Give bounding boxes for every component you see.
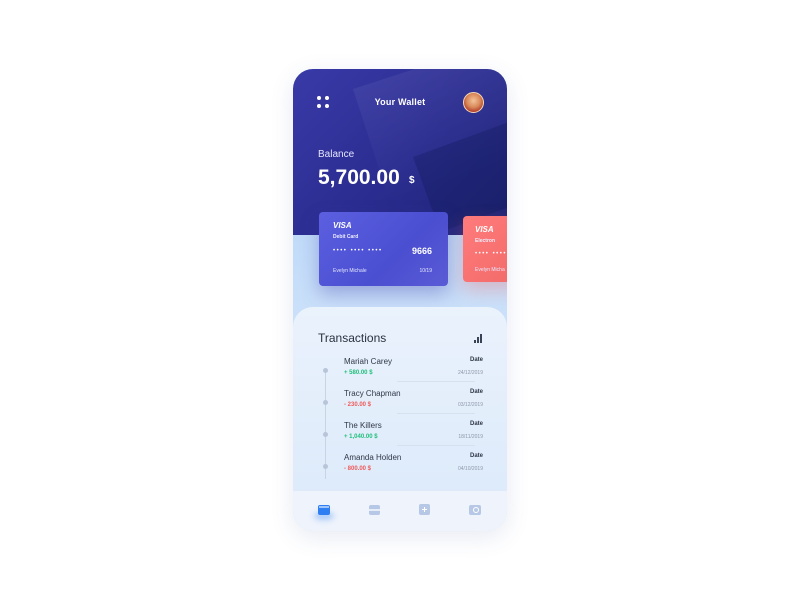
balance-currency: $ <box>409 175 415 186</box>
card-holder: Evelyn Micha <box>475 267 505 273</box>
timeline-dot <box>323 400 328 405</box>
transaction-date: 03/12/2019 <box>457 402 483 408</box>
transaction-date-label: Date <box>469 453 483 459</box>
transaction-amount: - 800.00 $ <box>344 466 372 472</box>
row-divider <box>397 445 475 446</box>
transactions-title: Transactions <box>318 331 387 345</box>
transaction-date: 18/11/2019 <box>458 434 483 440</box>
transaction-row[interactable]: Tracy Chapman - 230.00 $ Date 03/12/2019 <box>293 389 507 419</box>
transaction-name: Amanda Holden <box>344 453 402 462</box>
card-type: Electron <box>475 238 496 244</box>
card-brand: VISA <box>475 225 494 234</box>
timeline-dot <box>323 432 328 437</box>
card-number-masked: •••• •••• •••• <box>333 248 383 254</box>
transaction-name: Tracy Chapman <box>344 389 401 398</box>
search-icon[interactable] <box>469 504 481 516</box>
transaction-name: The Killers <box>344 421 382 430</box>
transaction-name: Mariah Carey <box>344 357 393 366</box>
transaction-row[interactable]: Mariah Carey + 580.00 $ Date 24/12/2019 <box>293 357 507 387</box>
wallet-app-screen: Your Wallet Balance 5,700.00 $ VISA Debi… <box>293 69 507 531</box>
card-type: Debit Card <box>333 234 359 240</box>
transaction-amount: + 1,040.00 $ <box>344 434 378 440</box>
transaction-amount: + 580.00 $ <box>344 370 373 376</box>
card-brand: VISA <box>333 221 352 230</box>
transaction-date: 04/10/2019 <box>457 466 483 472</box>
transaction-amount: - 230.00 $ <box>344 402 372 408</box>
add-icon[interactable] <box>419 504 431 516</box>
row-divider <box>397 381 475 382</box>
card-expiry: 10/19 <box>419 268 432 274</box>
card-number-masked: •••• •••• <box>475 251 507 257</box>
wallet-icon[interactable] <box>314 504 334 520</box>
debit-card[interactable]: VISA Debit Card •••• •••• •••• 9666 Evel… <box>319 212 448 286</box>
timeline-dot <box>323 368 328 373</box>
transaction-row[interactable]: The Killers + 1,040.00 $ Date 18/11/2019 <box>293 421 507 451</box>
card-holder: Evelyn Michale <box>333 268 367 274</box>
card-last4: 9666 <box>411 246 432 256</box>
transaction-date-label: Date <box>469 421 483 427</box>
bottom-nav <box>293 491 507 531</box>
row-divider <box>397 413 475 414</box>
card-icon[interactable] <box>369 504 381 516</box>
balance-header: Your Wallet Balance 5,700.00 $ <box>293 69 507 235</box>
transaction-date-label: Date <box>469 389 483 395</box>
timeline-dot <box>323 464 328 469</box>
balance-amount: 5,700.00 <box>318 166 400 189</box>
transaction-date: 24/12/2019 <box>457 370 483 376</box>
transaction-row[interactable]: Amanda Holden - 800.00 $ Date 04/10/2019 <box>293 453 507 483</box>
avatar[interactable] <box>463 92 484 113</box>
electron-card[interactable]: VISA Electron •••• •••• Evelyn Micha <box>463 216 507 282</box>
transaction-date-label: Date <box>469 357 483 363</box>
bar-chart-icon[interactable] <box>474 334 483 343</box>
balance-label: Balance <box>318 149 355 160</box>
